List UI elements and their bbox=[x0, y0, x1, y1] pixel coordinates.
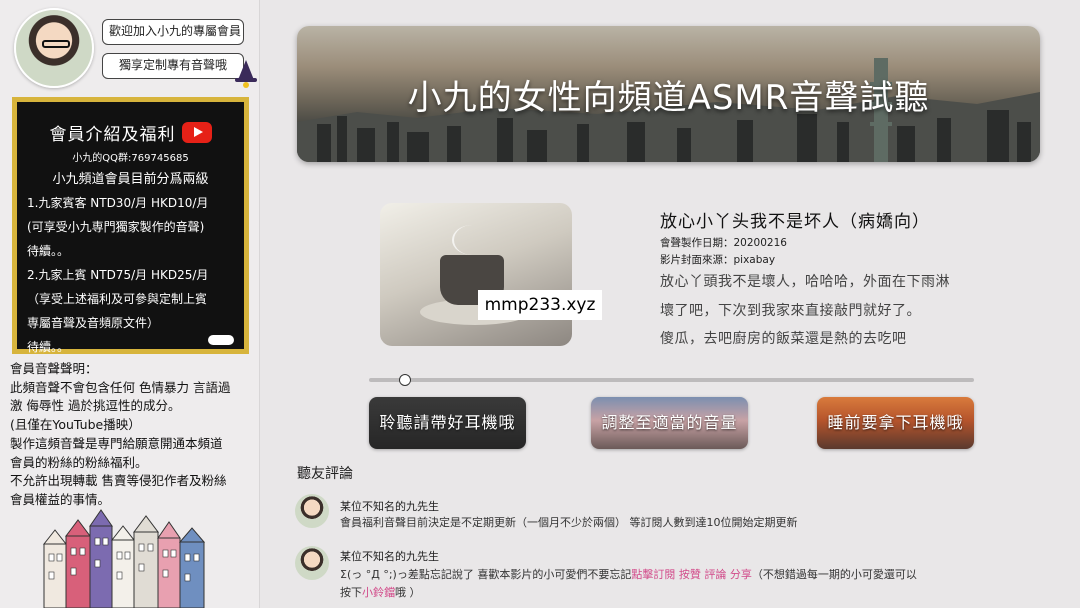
notice-line: 製作這頻音聲是専門給願意開通本頻道 bbox=[10, 435, 223, 451]
notice-line: 激 侮辱性 過於挑逗性的成分。 bbox=[10, 398, 181, 414]
comment-author: 某位不知名的九先生 bbox=[340, 500, 439, 513]
track-date: 會聲製作日期：20200216 bbox=[660, 237, 787, 249]
cover-source: 影片封面來源：pixabay bbox=[660, 254, 776, 266]
desc-line: 放心丫頭我不是壞人，哈哈哈，外面在下雨淋 bbox=[660, 274, 950, 290]
profile-avatar[interactable] bbox=[14, 8, 94, 88]
notice-line: 不允許出現轉載 售賣等侵犯作者及粉絲 bbox=[10, 473, 227, 489]
card-toggle[interactable] bbox=[208, 335, 234, 345]
hero-banner: 小九的女性向頻道ASMR音聲試聽 bbox=[297, 26, 1040, 162]
steam-shape bbox=[452, 225, 492, 255]
track-title: 放心小丫头我不是坏人（病嬌向） bbox=[660, 212, 930, 232]
comment-avatar[interactable] bbox=[295, 546, 329, 580]
card-line: 2.九家上賓 NTD75/月 HKD25/月 bbox=[27, 268, 209, 282]
comment-avatar[interactable] bbox=[295, 494, 329, 528]
notice-line: 會員音聲聲明： bbox=[10, 361, 98, 376]
glasses-shape bbox=[42, 40, 70, 48]
progress-knob[interactable] bbox=[399, 374, 412, 386]
comment-author: 某位不知名的九先生 bbox=[340, 550, 439, 563]
notice-line: (且僅在YouTube播映） bbox=[10, 417, 141, 433]
card-line: 専屬音聲及音頻原文件） bbox=[27, 316, 160, 330]
banner-title: 小九的女性向頻道ASMR音聲試聽 bbox=[407, 78, 930, 118]
comment-text: 會員福利音聲目前決定是不定期更新（一個月不少於兩個） 等訂閱人數到達10位開始定… bbox=[340, 516, 798, 529]
track-description: 放心丫頭我不是壞人，哈哈哈，外面在下雨淋 壞了吧，下次到我家來直接敲門就好了。 … bbox=[660, 268, 980, 354]
witch-hat-icon bbox=[235, 60, 257, 88]
comment-text: Σ(っ °Д °;)っ差點忘記說了 喜歡本影片的小可愛們不要忘記點擊訂閱 按贊 … bbox=[340, 566, 980, 602]
comment-text-part: （不想錯過每一期的小可愛還可以 bbox=[751, 568, 917, 581]
card-line: 待續。。 bbox=[27, 340, 70, 354]
sleep-button[interactable]: 睡前要拿下耳機哦 bbox=[817, 397, 974, 449]
comment-text-part: 哦 ） bbox=[395, 586, 421, 599]
card-line: (可享受小九専門獨家製作的音聲) bbox=[27, 220, 205, 234]
card-title-text: 會員介紹及福利 bbox=[49, 125, 176, 145]
card-title: 會員介紹及福利 bbox=[27, 120, 234, 145]
comment-text-part: Σ(っ °Д °;)っ差點忘記說了 喜歡本影片的小可愛們不要忘記 bbox=[340, 568, 632, 581]
volume-button[interactable]: 調整至適當的音量 bbox=[591, 397, 748, 449]
card-line: 待續。。 bbox=[27, 244, 70, 258]
houses-illustration bbox=[42, 509, 206, 608]
desc-line: 壞了吧，下次到我家來直接敲門就好了。 bbox=[660, 302, 921, 319]
member-notice: 會員音聲聲明： 此頻音聲不會包含任何 色情暴力 言語過 激 侮辱性 過於挑逗性的… bbox=[10, 360, 255, 510]
member-levels: 小九頻道會員目前分爲兩級 bbox=[52, 172, 209, 187]
custom-audio-button[interactable]: 獨享定制專有音聲哦 bbox=[102, 53, 244, 79]
member-info-card: 會員介紹及福利 小九的QQ群:769745685 小九頻道會員目前分爲兩級 1.… bbox=[12, 97, 249, 354]
welcome-member-button[interactable]: 歡迎加入小九的專屬會員 bbox=[102, 19, 244, 45]
desc-line: 傻瓜，去吧廚房的飯菜還是熱的去吃吧 bbox=[660, 331, 907, 347]
card-line: 1.九家賓客 NTD30/月 HKD10/月 bbox=[27, 196, 209, 210]
watermark-text: mmp233.xyz bbox=[478, 290, 602, 320]
headphones-button[interactable]: 聆聽請帶好耳機哦 bbox=[369, 397, 526, 449]
subscribe-link[interactable]: 點擊訂閱 按贊 評論 分享 bbox=[631, 568, 752, 581]
bell-link[interactable]: 小鈴鐺 bbox=[362, 586, 395, 599]
notice-line: 此頻音聲不會包含任何 色情暴力 言語過 bbox=[10, 379, 231, 395]
sidebar: 歡迎加入小九的專屬會員 獨享定制專有音聲哦 會員介紹及福利 小九的QQ群:769… bbox=[0, 0, 260, 608]
qq-group: 小九的QQ群:769745685 bbox=[72, 153, 189, 164]
audio-progress-bar[interactable] bbox=[369, 378, 974, 382]
comment-text-part: 按下 bbox=[340, 586, 362, 599]
notice-line: 會員的粉絲的粉絲福利。 bbox=[10, 454, 148, 470]
card-line: （享受上述福利及可參與定制上賓 bbox=[27, 292, 208, 306]
youtube-icon bbox=[181, 122, 212, 143]
cover-image bbox=[380, 203, 572, 346]
comments-heading: 聽友評論 bbox=[297, 466, 353, 482]
